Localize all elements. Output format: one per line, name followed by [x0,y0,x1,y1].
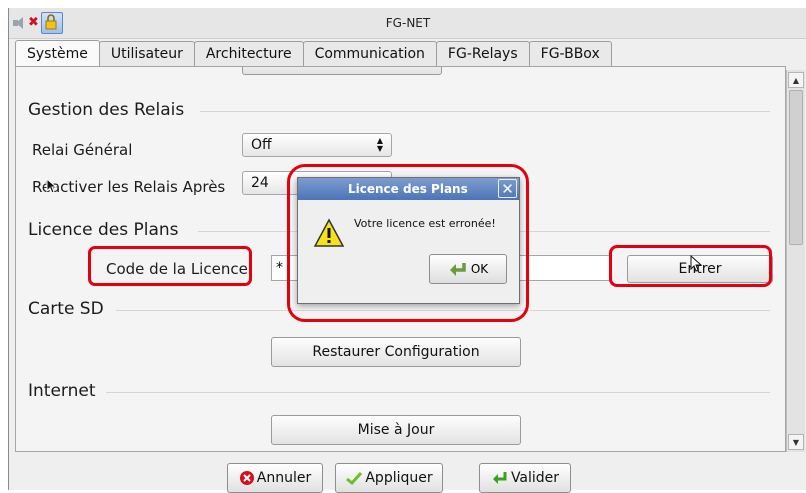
tab-systeme[interactable]: Système [15,40,100,66]
tab-architecture[interactable]: Architecture [193,41,304,66]
select-arrows-icon: ▲ ▼ [376,136,383,153]
relai-general-value: Off [251,137,272,153]
cancel-icon [239,471,254,485]
highlight-dialog [287,164,529,322]
tab-utilisateur[interactable]: Utilisateur [98,41,195,66]
mise-a-jour-button[interactable]: Mise à Jour [271,415,521,445]
appliquer-button[interactable]: Appliquer [335,463,443,493]
valider-button[interactable]: Valider [479,463,571,493]
reactiver-label: Réactiver les Relais Après [32,178,226,196]
mouse-cursor-icon [46,178,58,194]
checkmark-icon [346,471,363,486]
scroll-down-icon[interactable]: ▼ [788,434,804,450]
restaurer-configuration-button[interactable]: Restaurer Configuration [271,337,521,367]
vertical-scrollbar[interactable]: ▲ ▼ [786,70,805,452]
divider [106,392,770,393]
tab-fg-bbox[interactable]: FG-BBox [528,41,612,66]
reactiver-value: 24 [251,175,269,191]
tab-communication[interactable]: Communication [302,41,437,66]
section-heading-licence: Licence des Plans [28,220,179,240]
section-heading-carte-sd: Carte SD [28,299,104,319]
relai-general-select[interactable]: Off ▲ ▼ [242,133,392,157]
tab-bar: Système Utilisateur Architecture Communi… [15,40,612,66]
scroll-up-icon[interactable]: ▲ [788,72,804,88]
highlight-code-label [88,246,252,286]
valider-label: Valider [510,470,560,486]
annuler-label: Annuler [256,470,312,486]
annuler-button[interactable]: Annuler [227,463,323,493]
bottom-action-bar: Annuler Appliquer Valider [9,456,806,493]
relai-general-label: Relai Général [32,141,133,159]
tab-fg-relays[interactable]: FG-Relays [435,41,530,66]
window-title: FG-NET [385,16,431,30]
enter-arrow-icon [492,472,507,484]
scrolled-out-button[interactable] [242,67,442,75]
divider [200,111,770,112]
section-heading-internet: Internet [28,381,96,401]
scrollbar-thumb[interactable] [789,90,803,245]
mouse-cursor-icon [690,255,703,272]
section-heading-relais: Gestion des Relais [28,100,185,120]
appliquer-label: Appliquer [365,470,433,486]
title-bar: ✖ FG-NET [9,8,806,39]
